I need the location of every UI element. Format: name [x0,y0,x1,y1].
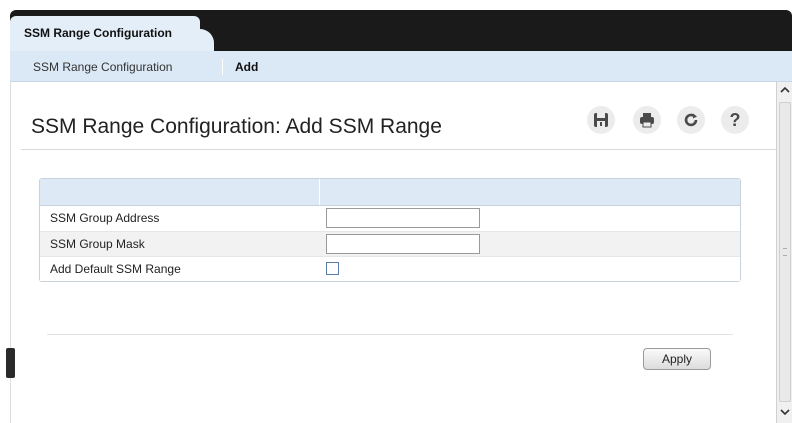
save-icon[interactable] [587,106,615,134]
tab-ssm-range-configuration[interactable]: SSM Range Configuration [10,16,214,51]
help-icon[interactable]: ? [721,106,749,134]
svg-text:?: ? [730,111,741,129]
scroll-thumb[interactable] [779,102,791,402]
form-row-ssm-group-mask: SSM Group Mask [40,231,740,256]
footer-divider [47,334,733,335]
side-panel-handle[interactable] [6,348,15,378]
content-panel: SSM Range Configuration: Add SSM Range ? [10,82,776,423]
form-row-add-default-ssm-range: Add Default SSM Range [40,256,740,281]
add-default-ssm-range-label: Add Default SSM Range [50,262,181,276]
ssm-group-address-input[interactable] [326,208,480,228]
tab-label: SSM Range Configuration [24,26,172,40]
scroll-up-icon[interactable] [779,84,791,96]
apply-button[interactable]: Apply [643,348,711,370]
vertical-scrollbar[interactable] [776,82,792,423]
ssm-group-mask-input[interactable] [326,234,480,254]
form-header [40,179,740,206]
ssm-range-form: SSM Group Address SSM Group Mask Add Def… [39,178,741,282]
ssm-group-mask-label: SSM Group Mask [50,237,145,251]
ssm-group-address-label: SSM Group Address [50,211,160,225]
refresh-icon[interactable] [677,106,705,134]
subnav-item-add[interactable]: Add [235,60,258,74]
print-icon[interactable] [633,106,661,134]
title-divider [21,149,776,150]
form-row-ssm-group-address: SSM Group Address [40,206,740,231]
header-divider [319,179,320,205]
scroll-down-icon[interactable] [779,406,791,418]
sub-navigation: SSM Range Configuration Add [10,51,792,82]
scroll-grip-icon [783,248,787,256]
subnav-separator [222,59,223,75]
page-title: SSM Range Configuration: Add SSM Range [31,115,442,138]
add-default-ssm-range-checkbox[interactable] [326,262,339,275]
subnav-item-ssm-range-configuration[interactable]: SSM Range Configuration [33,60,172,74]
